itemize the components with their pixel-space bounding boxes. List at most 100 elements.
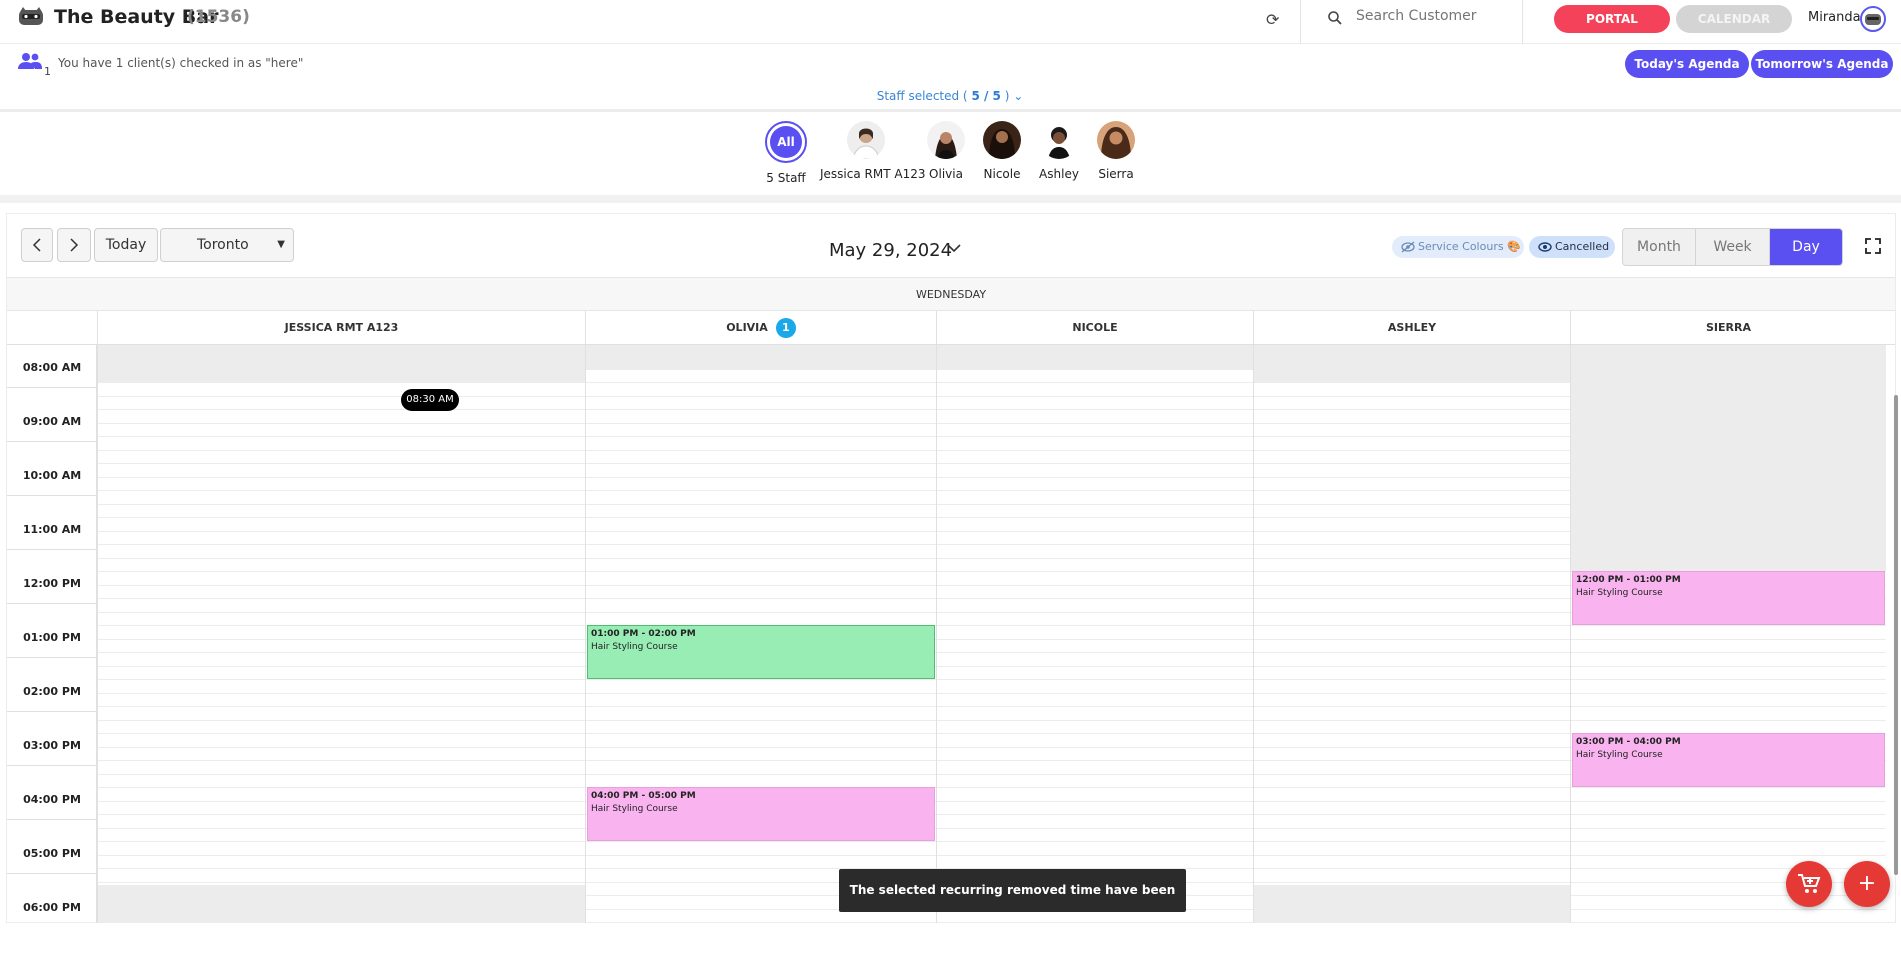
column-name: JESSICA RMT A123 (284, 321, 399, 334)
slot-line (1571, 638, 1886, 640)
prev-button[interactable] (21, 228, 53, 262)
slot-line (98, 625, 585, 626)
all-staff-avatar: All (765, 121, 807, 163)
appointment-card[interactable]: 12:00 PM - 01:00 PM Hair Styling Course (1572, 571, 1885, 625)
search-customer-input[interactable] (1356, 8, 1516, 24)
slot-line (586, 692, 936, 694)
today-button[interactable]: Today (94, 228, 158, 262)
fullscreen-icon[interactable] (1865, 238, 1881, 254)
appointment-card[interactable]: 03:00 PM - 04:00 PM Hair Styling Course (1572, 733, 1885, 787)
slot-line (1254, 490, 1570, 491)
slot-line (586, 395, 936, 397)
slot-line (1254, 638, 1570, 640)
todays-agenda-button[interactable]: Today's Agenda (1625, 50, 1749, 78)
slot-line (937, 652, 1253, 653)
date-title[interactable]: May 29, 2024 (829, 240, 952, 261)
appointment-title: Hair Styling Course (591, 804, 678, 814)
appointment-card[interactable]: 01:00 PM - 02:00 PM Hair Styling Course (587, 625, 935, 679)
slot-line (1254, 679, 1570, 680)
slot-line (1254, 719, 1570, 721)
tomorrows-agenda-button[interactable]: Tomorrow's Agenda (1751, 50, 1893, 78)
cancelled-toggle[interactable]: Cancelled (1529, 236, 1615, 258)
chevron-down-icon[interactable] (946, 240, 962, 256)
slot-line (1254, 881, 1570, 883)
appointment-time: 04:00 PM - 05:00 PM (591, 791, 696, 801)
slot-line (1571, 382, 1886, 383)
calendar-scrollbar[interactable] (1894, 395, 1898, 875)
slot-line (937, 760, 1253, 761)
appointment-time: 12:00 PM - 01:00 PM (1576, 575, 1681, 585)
slot-line (1571, 355, 1886, 356)
slot-line (1254, 368, 1570, 370)
view-day-button[interactable]: Day (1770, 229, 1842, 265)
staff-olivia[interactable]: Olivia (924, 121, 968, 181)
raccoon-logo-icon (19, 7, 43, 25)
slot-line (937, 571, 1253, 572)
slot-line (937, 422, 1253, 424)
staff-ashley[interactable]: Ashley (1038, 121, 1080, 181)
time-label: 04:00 PM (23, 793, 81, 806)
slot-line (1254, 544, 1570, 545)
slot-line (1571, 665, 1886, 667)
checkin-bar: 1 You have 1 client(s) checked in as "he… (0, 44, 1901, 112)
slot-line (98, 908, 585, 910)
staff-column[interactable] (97, 345, 585, 923)
staff-column[interactable] (936, 345, 1253, 923)
slot-line (1254, 868, 1570, 869)
slot-line (937, 733, 1253, 734)
slot-line (98, 760, 585, 761)
slot-line (1571, 787, 1886, 788)
slot-line (1571, 841, 1886, 842)
slot-line (937, 476, 1253, 478)
slot-line (1254, 598, 1570, 599)
slot-line (1254, 692, 1570, 694)
slot-line (937, 800, 1253, 802)
slot-line (586, 922, 936, 923)
cart-fab-button[interactable] (1786, 861, 1832, 907)
slot-line (1254, 449, 1570, 451)
timezone-select[interactable]: Toronto ▼ (160, 228, 294, 262)
slot-line (1254, 665, 1570, 667)
slot-line (937, 395, 1253, 397)
add-fab-button[interactable]: + (1844, 861, 1890, 907)
slot-line (98, 895, 585, 896)
slot-line (937, 773, 1253, 775)
staff-column[interactable]: 12:00 PM - 01:00 PM Hair Styling Course 03… (1570, 345, 1886, 923)
user-name[interactable]: Miranda (1808, 10, 1861, 25)
user-avatar-icon[interactable] (1860, 6, 1886, 32)
column-name: ASHLEY (1387, 321, 1437, 334)
slot-line (1254, 760, 1570, 761)
slot-line (1254, 584, 1570, 586)
slot-line (586, 382, 936, 383)
calendar-button[interactable]: CALENDAR (1676, 5, 1792, 33)
slot-line (1254, 517, 1570, 518)
column-header-sierra: SIERRA (1570, 311, 1886, 345)
slot-line (1571, 530, 1886, 532)
staff-selected-toggle[interactable]: Staff selected ( 5 / 5 ) ⌄ (860, 89, 1040, 103)
view-month-button[interactable]: Month (1623, 229, 1696, 265)
appointment-count-badge[interactable]: 1 (775, 318, 796, 338)
people-icon[interactable] (17, 52, 43, 70)
divider (1300, 0, 1301, 44)
staff-column[interactable]: 01:00 PM - 02:00 PM Hair Styling Course 04… (585, 345, 936, 923)
portal-button[interactable]: PORTAL (1554, 5, 1670, 33)
slot-line (98, 827, 585, 829)
refresh-icon[interactable]: ⟳ (1266, 10, 1279, 29)
checked-in-text: You have 1 client(s) checked in as "here… (58, 56, 304, 70)
appointment-title: Hair Styling Course (1576, 588, 1663, 598)
staff-jessica[interactable]: Jessica RMT A123 (820, 121, 925, 181)
staff-all[interactable]: All 5 Staff (760, 121, 812, 185)
service-colours-toggle[interactable]: Service Colours 🎨 (1392, 236, 1524, 258)
appointment-card[interactable]: 04:00 PM - 05:00 PM Hair Styling Course (587, 787, 935, 841)
view-week-button[interactable]: Week (1696, 229, 1770, 265)
staff-nicole[interactable]: Nicole (982, 121, 1022, 181)
next-button[interactable] (57, 228, 91, 262)
slot-line (1254, 530, 1570, 532)
slot-line (98, 719, 585, 721)
staff-column[interactable] (1253, 345, 1570, 923)
slot-line (1254, 827, 1570, 829)
staff-sierra[interactable]: Sierra (1096, 121, 1136, 181)
hour-line (7, 603, 97, 604)
slot-line (98, 800, 585, 802)
slot-line (98, 544, 585, 545)
